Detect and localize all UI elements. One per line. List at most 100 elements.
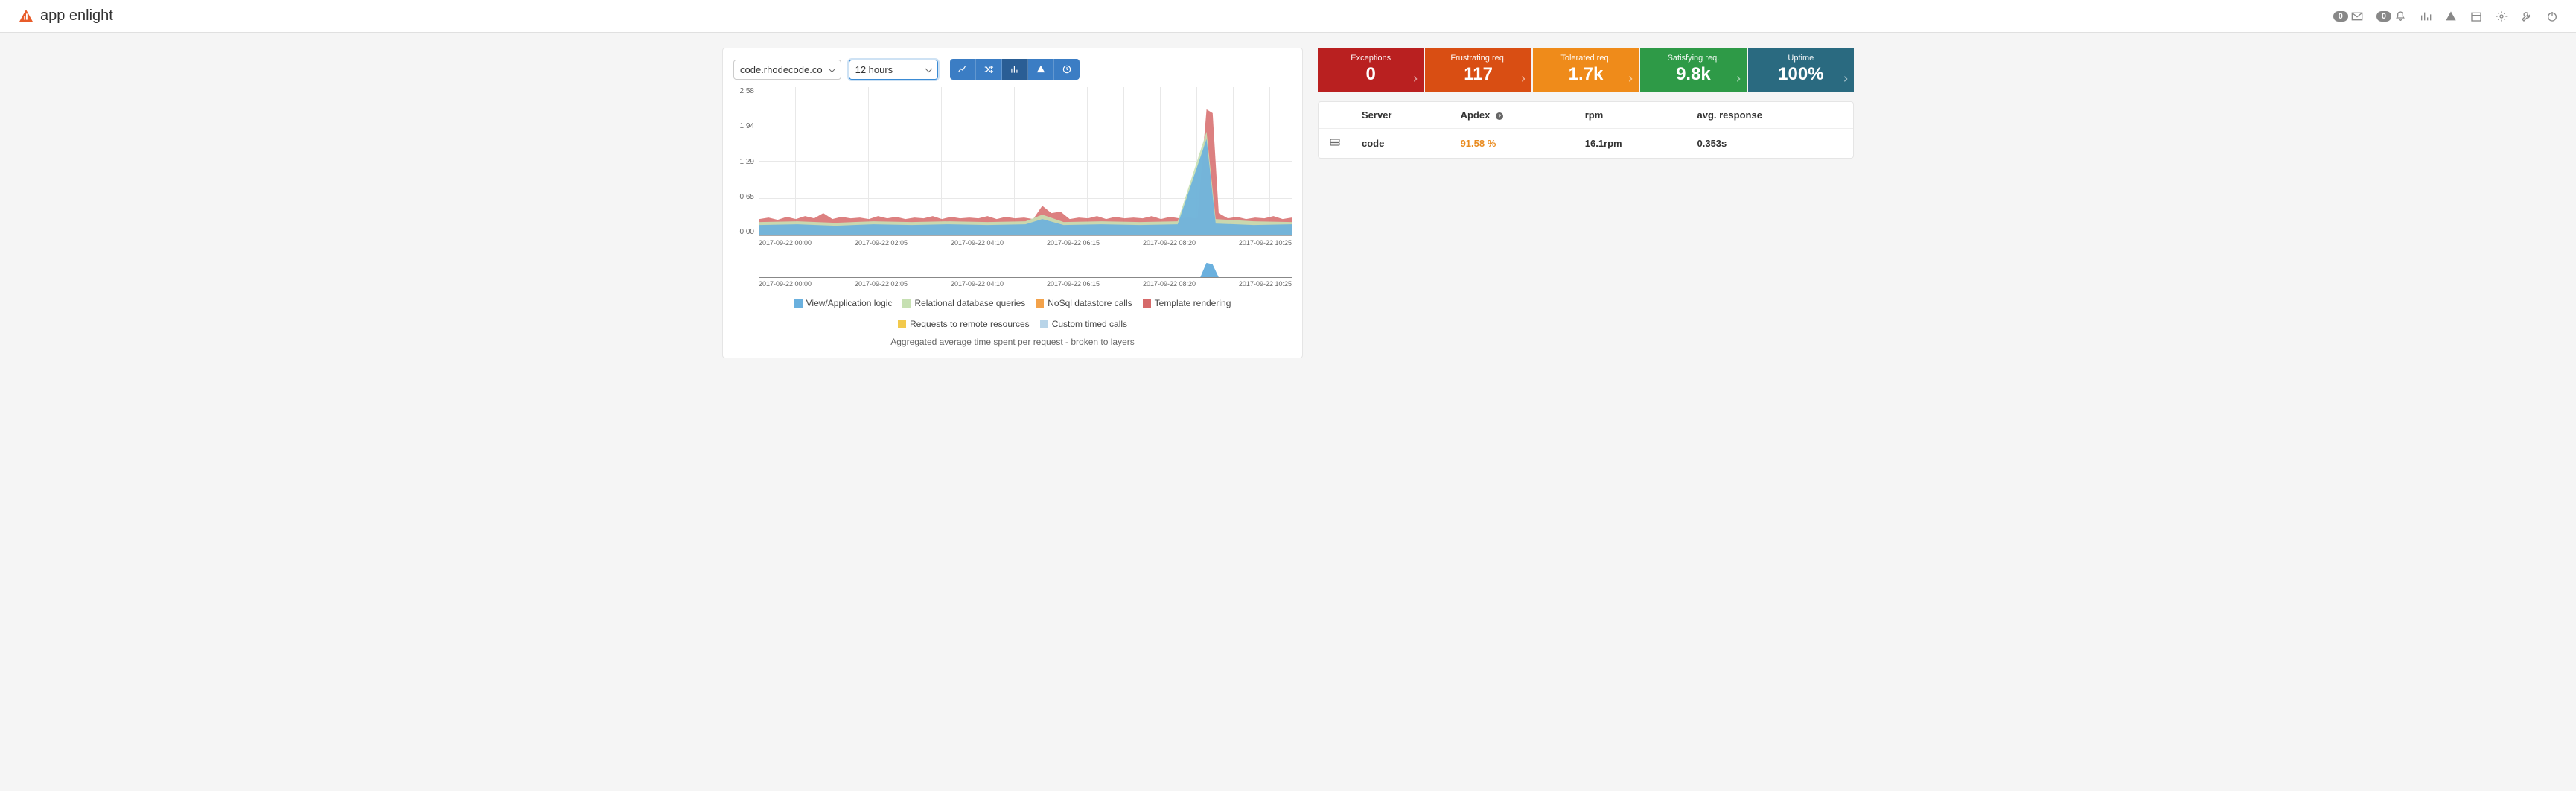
th-icon (1319, 102, 1351, 129)
x-tick: 2017-09-22 06:15 (1047, 280, 1100, 288)
stat-value: 117 (1428, 64, 1528, 85)
plot-area[interactable] (759, 87, 1292, 236)
stat-title: Exceptions (1321, 54, 1421, 63)
view-shuffle-button[interactable] (976, 59, 1002, 80)
view-alerts-button[interactable] (1028, 59, 1054, 80)
help-icon[interactable]: ? (1495, 112, 1504, 121)
warning-icon (2445, 10, 2457, 22)
x-tick: 2017-09-22 00:00 (759, 280, 812, 288)
shuffle-icon (983, 64, 994, 74)
th-server: Server (1351, 102, 1450, 129)
x-tick: 2017-09-22 08:20 (1143, 280, 1196, 288)
nav-tools-button[interactable] (2521, 10, 2533, 22)
stat-card-frustrating-req-[interactable]: Frustrating req.117 (1425, 48, 1531, 92)
stat-value: 1.7k (1536, 64, 1636, 85)
chart-legend: View/Application logic Relational databas… (733, 298, 1292, 329)
th-apdex-label: Apdex (1461, 109, 1491, 121)
legend-item[interactable]: Custom timed calls (1040, 319, 1127, 329)
nav-alerts-button[interactable] (2445, 10, 2457, 22)
th-rpm: rpm (1575, 102, 1687, 129)
view-history-button[interactable] (1054, 59, 1080, 80)
y-tick: 0.65 (740, 193, 754, 201)
cell-rpm: 16.1rpm (1575, 129, 1687, 159)
stat-card-tolerated-req-[interactable]: Tolerated req.1.7k (1533, 48, 1639, 92)
y-tick: 2.58 (740, 87, 754, 95)
stat-card-uptime[interactable]: Uptime100% (1748, 48, 1854, 92)
mail-count: 0 (2333, 11, 2348, 22)
legend-swatch (794, 299, 803, 308)
warning-icon (1036, 64, 1046, 74)
legend-label: Requests to remote resources (910, 319, 1030, 329)
x-tick: 2017-09-22 06:15 (1047, 239, 1100, 247)
nav-power-button[interactable] (2546, 10, 2558, 22)
legend-label: NoSql datastore calls (1048, 298, 1132, 308)
stat-card-exceptions[interactable]: Exceptions0 (1318, 48, 1424, 92)
timerange-select[interactable]: 12 hours (849, 60, 938, 80)
view-bar-button[interactable] (1002, 59, 1028, 80)
y-tick: 1.29 (740, 158, 754, 166)
stat-title: Frustrating req. (1428, 54, 1528, 63)
legend-swatch (898, 320, 906, 328)
chevron-right-icon (1520, 73, 1527, 86)
table-row[interactable]: code91.58 %16.1rpm0.353s (1319, 129, 1853, 159)
x-tick: 2017-09-22 10:25 (1239, 239, 1292, 247)
main-content: code.rhodecode.co 12 hours (707, 33, 1869, 373)
server-table: Server Apdex ? rpm avg. response code91.… (1318, 101, 1854, 159)
app-select[interactable]: code.rhodecode.co (733, 60, 841, 80)
notifications-indicator[interactable]: 0 (2376, 10, 2406, 22)
brand[interactable]: app enlight (18, 7, 113, 25)
legend-label: Relational database queries (914, 298, 1025, 308)
svg-text:?: ? (1498, 114, 1501, 119)
overview-plot[interactable] (759, 260, 1292, 278)
legend-item[interactable]: View/Application logic (794, 298, 893, 308)
legend-swatch (902, 299, 911, 308)
stat-title: Satisfying req. (1643, 54, 1743, 63)
chart-caption: Aggregated average time spent per reques… (733, 337, 1292, 347)
stat-value: 100% (1751, 64, 1851, 85)
power-icon (2546, 10, 2558, 22)
stat-value: 0 (1321, 64, 1421, 85)
stat-card-satisfying-req-[interactable]: Satisfying req.9.8k (1640, 48, 1746, 92)
legend-swatch (1036, 299, 1044, 308)
nav-settings-button[interactable] (2496, 10, 2508, 22)
calendar-icon (2470, 10, 2482, 22)
legend-item[interactable]: NoSql datastore calls (1036, 298, 1132, 308)
wrench-icon (2521, 10, 2533, 22)
legend-item[interactable]: Template rendering (1143, 298, 1231, 308)
legend-swatch (1040, 320, 1048, 328)
th-avg: avg. response (1687, 102, 1854, 129)
x-tick: 2017-09-22 02:05 (855, 239, 908, 247)
line-chart-icon (957, 64, 968, 74)
chart-controls: code.rhodecode.co 12 hours (733, 59, 1292, 80)
row-icon (1319, 129, 1351, 159)
y-tick: 0.00 (740, 228, 754, 236)
chart-panel: code.rhodecode.co 12 hours (722, 48, 1303, 358)
th-apdex: Apdex ? (1450, 102, 1575, 129)
main-chart: 2.58 1.94 1.29 0.65 0.00 (733, 87, 1292, 347)
chevron-right-icon (1627, 73, 1634, 86)
x-tick: 2017-09-22 08:20 (1143, 239, 1196, 247)
bar-chart-icon (2420, 10, 2432, 22)
nav-charts-button[interactable] (2420, 10, 2432, 22)
chevron-right-icon (1842, 73, 1849, 86)
x-tick: 2017-09-22 04:10 (951, 239, 1004, 247)
x-tick: 2017-09-22 00:00 (759, 239, 812, 247)
chevron-right-icon (1412, 73, 1419, 86)
nav-calendar-button[interactable] (2470, 10, 2482, 22)
chevron-right-icon (1735, 73, 1742, 86)
x-tick: 2017-09-22 04:10 (951, 280, 1004, 288)
cell-apdex: 91.58 % (1450, 129, 1575, 159)
app-select-value: code.rhodecode.co (740, 64, 823, 75)
chart-view-buttons (950, 59, 1080, 80)
bar-chart-icon (1010, 64, 1020, 74)
stat-title: Uptime (1751, 54, 1851, 63)
brand-logo-icon (18, 8, 34, 25)
mail-indicator[interactable]: 0 (2333, 10, 2363, 22)
legend-item[interactable]: Requests to remote resources (898, 319, 1030, 329)
right-panel: Exceptions0Frustrating req.117Tolerated … (1318, 48, 1854, 358)
legend-label: Template rendering (1155, 298, 1231, 308)
view-line-button[interactable] (950, 59, 976, 80)
legend-item[interactable]: Relational database queries (902, 298, 1025, 308)
cell-server: code (1351, 129, 1450, 159)
topbar-right: 0 0 (2333, 10, 2558, 22)
